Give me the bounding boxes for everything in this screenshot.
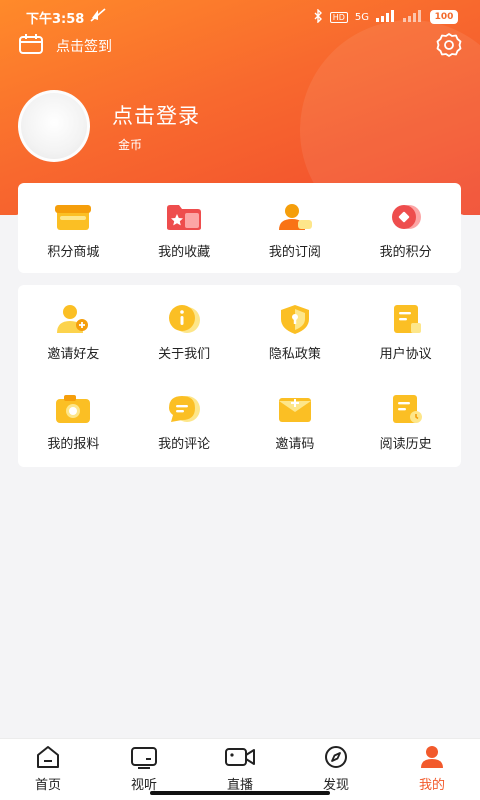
gear-icon [436,32,462,62]
network-label: 5G [354,11,369,23]
tab-label: 我的 [418,778,445,793]
service-label: 阅读历史 [379,437,432,452]
checkin-button[interactable]: 点击签到 [18,34,112,58]
service-label: 我的评论 [158,437,211,452]
quick-menu-card: 积分商城 我的收藏 我的订阅 我的积分 [18,183,461,273]
battery-indicator: 100 [430,10,458,24]
invite-code-icon [275,393,315,425]
menu-item-subscriptions[interactable]: 我的订阅 [240,183,351,273]
service-item-my-comments[interactable]: 我的评论 [129,375,240,465]
service-item-privacy-policy[interactable]: 隐私政策 [240,285,351,375]
tv-icon [130,745,158,773]
status-time: 下午3:58 [26,11,85,27]
reading-history-icon [386,393,426,425]
invite-friend-icon [53,303,93,335]
service-label: 邀请好友 [47,347,100,362]
signal-icon-2 [403,9,423,25]
service-item-about-us[interactable]: 关于我们 [129,285,240,375]
menu-item-favorites[interactable]: 我的收藏 [129,183,240,273]
service-label: 邀请码 [275,437,315,452]
home-indicator [150,791,330,795]
services-card: 邀请好友 关于我们 隐私政策 用户协议 我的报料 我的评论 邀请码 阅读历史 [18,285,461,467]
menu-label: 积分商城 [47,245,100,260]
bluetooth-icon [313,7,323,26]
mute-icon [90,8,106,26]
camera-icon [53,393,93,425]
checkin-label: 点击签到 [56,39,112,55]
service-item-user-agreement[interactable]: 用户协议 [350,285,461,375]
service-item-invite-code[interactable]: 邀请码 [240,375,351,465]
service-item-reading-history[interactable]: 阅读历史 [350,375,461,465]
favorites-folder-icon [164,201,204,233]
signal-icon [376,9,396,25]
status-bar: 下午3:58 HD 5G 100 [0,0,480,34]
login-prompt[interactable]: 点击登录 [112,100,200,130]
agreement-icon [386,303,426,335]
subscription-user-icon [275,201,315,233]
compass-icon [323,745,349,773]
menu-label: 我的收藏 [158,245,211,260]
calendar-icon [18,33,44,59]
privacy-shield-icon [275,303,315,335]
service-item-my-reports[interactable]: 我的报料 [18,375,129,465]
home-icon [35,745,61,773]
avatar[interactable] [18,90,90,162]
service-label: 关于我们 [158,347,211,362]
settings-button[interactable] [436,32,462,62]
store-icon [53,201,93,233]
comment-icon [164,393,204,425]
menu-label: 我的积分 [379,245,432,260]
info-icon [164,303,204,335]
tab-mine[interactable]: 我的 [384,739,480,800]
service-label: 用户协议 [379,347,432,362]
user-icon [419,745,445,773]
video-camera-icon [224,745,256,773]
service-label: 我的报料 [47,437,100,452]
tab-home[interactable]: 首页 [0,739,96,800]
service-label: 隐私政策 [268,347,321,362]
menu-item-points-mall[interactable]: 积分商城 [18,183,129,273]
service-item-invite-friends[interactable]: 邀请好友 [18,285,129,375]
profile-area[interactable]: 点击登录 金币 [18,90,200,162]
hd-badge: HD [329,11,348,23]
menu-label: 我的订阅 [268,245,321,260]
coins-label: 金币 [118,137,143,152]
menu-item-my-points[interactable]: 我的积分 [350,183,461,273]
tab-label: 首页 [34,778,61,793]
points-icon [386,201,426,233]
